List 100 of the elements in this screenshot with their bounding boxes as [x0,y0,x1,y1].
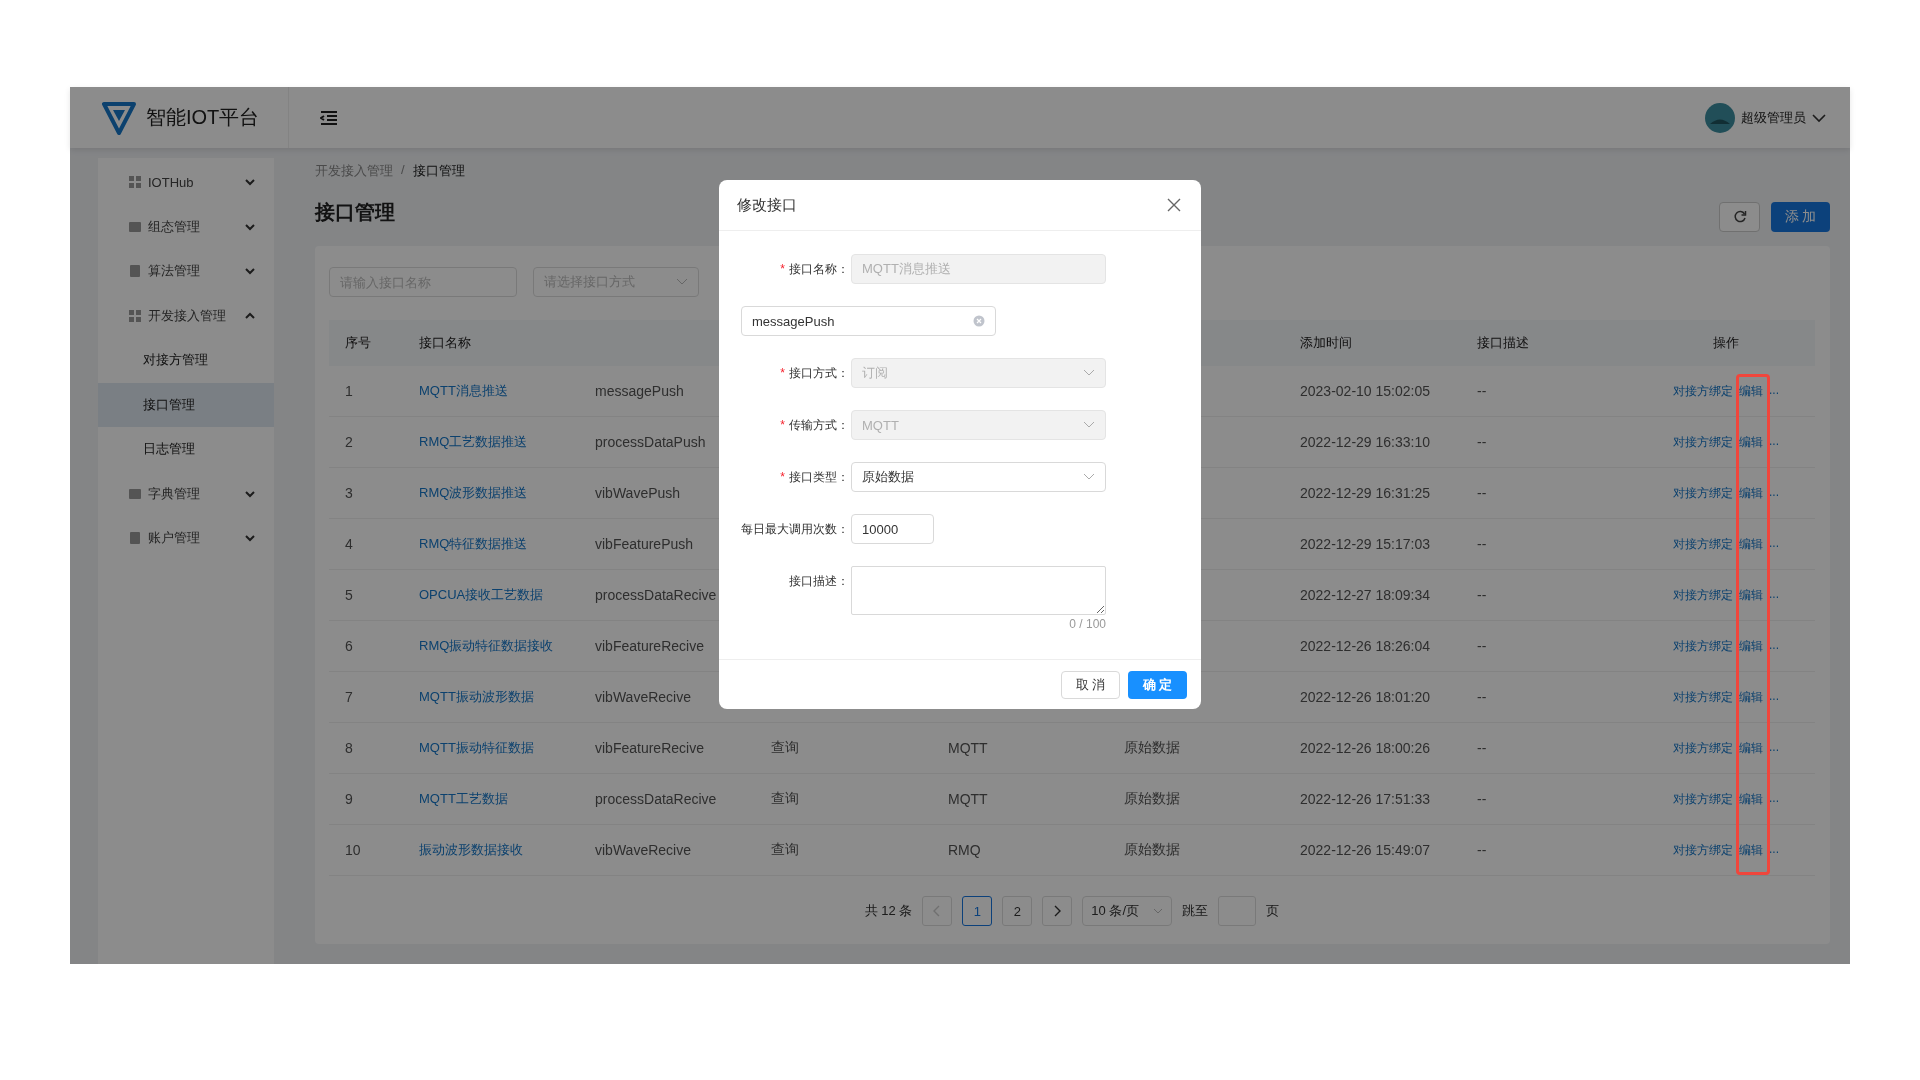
input-field[interactable]: 10000 [851,514,934,544]
sidebar-item[interactable]: 字典管理 [98,471,274,516]
interface-link[interactable]: MQTT振动波形数据 [419,689,534,704]
refresh-icon[interactable] [1732,210,1747,224]
table-cell: 2022-12-29 16:31:25 [1300,485,1430,501]
total-count: 共 12 条 [864,902,913,920]
table-cell: 6 [345,638,353,654]
action-link[interactable]: 编辑 [1739,535,1763,553]
action-link[interactable]: 对接方绑定 [1673,433,1733,451]
table-cell: -- [1477,689,1487,705]
input-field[interactable]: messagePush [741,306,996,336]
sidebar-item[interactable]: 开发接入管理 [98,293,274,338]
dialog-title: 修改接口 [737,195,798,215]
action-link[interactable]: ... [1769,637,1779,655]
action-link[interactable]: 对接方绑定 [1673,637,1733,655]
interface-link[interactable]: RMQ特征数据推送 [419,536,528,551]
action-link[interactable]: ... [1769,484,1779,502]
action-link[interactable]: 编辑 [1739,484,1763,502]
action-link[interactable]: ... [1769,433,1779,451]
sidebar-item[interactable]: 组态管理 [98,204,274,249]
table-cell: vibFeatureRecive [595,638,704,654]
description-field[interactable] [851,566,1106,615]
cancel-button[interactable]: 取 消 [1061,670,1120,699]
table-cell: RMQ [948,842,981,858]
action-link[interactable]: 对接方绑定 [1673,688,1733,706]
table-cell: 查询 [771,790,799,806]
page-button[interactable]: 2 [1002,896,1033,926]
table-cell: 1 [345,383,353,399]
action-link[interactable]: 编辑 [1739,586,1763,604]
sidebar-subitem[interactable]: 对接方管理 [98,338,274,383]
action-link[interactable]: 编辑 [1739,790,1763,808]
sidebar-subitem[interactable]: 日志管理 [98,427,274,472]
chevron-right-icon[interactable] [1053,905,1062,917]
add-button[interactable]: 添 加 [1771,202,1830,232]
sidebar-item[interactable]: 算法管理 [98,249,274,294]
action-link[interactable]: ... [1769,841,1779,859]
action-link[interactable]: 对接方绑定 [1673,484,1733,502]
table-cell: 原始数据 [1124,739,1180,755]
avatar-icon[interactable] [1705,102,1735,133]
action-link[interactable]: 编辑 [1739,382,1763,400]
action-link[interactable]: 编辑 [1739,841,1763,859]
action-link[interactable]: 编辑 [1739,637,1763,655]
table-cell: 8 [345,740,353,756]
table-cell: 10 [345,842,361,858]
interface-link[interactable]: 振动波形数据接收 [419,842,523,857]
interface-link[interactable]: MQTT工艺数据 [419,791,508,806]
interface-link[interactable]: OPCUA接收工艺数据 [419,587,544,602]
menu-icon[interactable] [320,109,338,126]
table-cell: -- [1477,587,1487,603]
action-link[interactable]: 对接方绑定 [1673,535,1733,553]
action-link[interactable]: ... [1769,688,1779,706]
menu-item-icon [128,175,142,190]
table-cell: -- [1477,842,1487,858]
action-link[interactable]: 编辑 [1739,739,1763,757]
field-label: 接口描述： [789,574,849,588]
table-cell: -- [1477,638,1487,654]
table-cell: MQTT [948,740,988,756]
action-link[interactable]: ... [1769,790,1779,808]
action-link[interactable]: ... [1769,535,1779,553]
table-cell: 2022-12-26 15:49:07 [1300,842,1430,858]
chevron-down-icon [1153,907,1164,915]
page-button[interactable]: 1 [962,896,993,926]
interface-link[interactable]: MQTT消息推送 [419,383,508,398]
action-link[interactable]: ... [1769,382,1779,400]
action-link[interactable]: 对接方绑定 [1673,790,1733,808]
table-cell: 原始数据 [1124,790,1180,806]
interface-link[interactable]: RMQ振动特征数据接收 [419,638,554,653]
column-header: 操作 [1713,335,1739,350]
refresh-button[interactable] [1719,202,1760,232]
chevron-down-icon[interactable] [1812,112,1826,123]
interface-link[interactable]: RMQ波形数据推送 [419,485,528,500]
user-name[interactable]: 超级管理员 [1741,108,1806,127]
action-link[interactable]: 编辑 [1739,433,1763,451]
action-link[interactable]: 对接方绑定 [1673,739,1733,757]
confirm-button[interactable]: 确 定 [1128,670,1187,699]
action-link[interactable]: 对接方绑定 [1673,841,1733,859]
table-cell: -- [1477,740,1487,756]
action-link[interactable]: ... [1769,586,1779,604]
interface-link[interactable]: RMQ工艺数据推送 [419,434,528,449]
chevron-down-icon [1083,473,1095,481]
table-cell: 4 [345,536,353,552]
action-link[interactable]: 对接方绑定 [1673,586,1733,604]
sidebar-item[interactable]: 账户管理 [98,516,274,561]
action-link[interactable]: 编辑 [1739,688,1763,706]
column-header: 添加时间 [1300,335,1352,350]
table-cell: 2022-12-29 15:17:03 [1300,536,1430,552]
select-field[interactable]: 原始数据 [851,462,1106,492]
table-cell: 2022-12-27 18:09:34 [1300,587,1430,603]
menu-item-icon [128,531,142,546]
table-cell: 3 [345,485,353,501]
interface-link[interactable]: MQTT振动特征数据 [419,740,534,755]
table-cell: processDataPush [595,434,706,450]
close-icon[interactable] [1167,198,1181,212]
breadcrumb-item[interactable]: 接口管理 [412,162,465,180]
sidebar-subitem[interactable]: 接口管理 [98,382,274,427]
action-link[interactable]: 对接方绑定 [1673,382,1733,400]
table-cell: processDataRecive [595,791,717,807]
sidebar-item[interactable]: IOTHub [98,160,274,205]
action-link[interactable]: ... [1769,739,1779,757]
page-size-select[interactable]: 10 条/页 [1082,896,1173,926]
